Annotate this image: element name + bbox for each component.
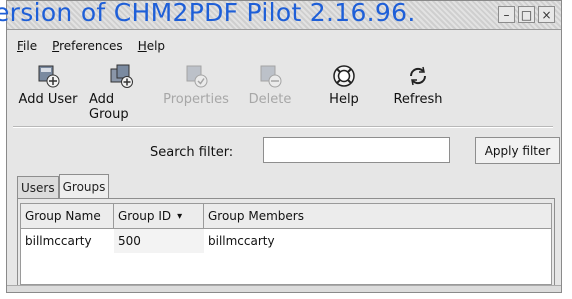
minimize-button[interactable]: – — [498, 6, 515, 23]
add-group-label: Add Group — [89, 92, 129, 122]
search-filter-input[interactable] — [263, 137, 450, 163]
add-user-icon — [38, 65, 60, 88]
properties-label: Properties — [163, 92, 229, 107]
menu-bar: File Preferences Help — [17, 39, 165, 53]
toolbar: Add User Add Group Properties Delete Hel… — [15, 59, 459, 123]
table-header: Group Name Group ID ▾ Group Members — [21, 204, 551, 229]
help-button[interactable]: Help — [311, 59, 377, 123]
groups-panel: Group Name Group ID ▾ Group Members bill… — [17, 198, 555, 288]
watermark-text: ersion of CHM2PDF Pilot 2.16.96. — [0, 0, 416, 27]
user-manager-window: – □ × File Preferences Help Add User Add… — [6, 0, 562, 293]
close-button[interactable]: × — [538, 6, 555, 23]
groups-table: Group Name Group ID ▾ Group Members bill… — [20, 203, 552, 285]
column-header-group-members[interactable]: Group Members — [204, 204, 551, 228]
tab-bar: Users Groups — [17, 174, 110, 198]
add-user-label: Add User — [18, 92, 78, 107]
column-header-group-id[interactable]: Group ID ▾ — [114, 204, 204, 228]
table-row[interactable]: billmccarty 500 billmccarty — [21, 229, 551, 253]
refresh-icon — [409, 66, 427, 86]
delete-label: Delete — [248, 92, 292, 107]
help-label: Help — [329, 92, 359, 107]
properties-icon — [186, 65, 208, 88]
menu-help[interactable]: Help — [138, 39, 165, 53]
window-controls: – □ × — [498, 6, 555, 23]
menu-preferences[interactable]: Preferences — [52, 39, 123, 53]
search-filter-label: Search filter: — [150, 145, 234, 160]
menu-file[interactable]: File — [17, 39, 37, 53]
column-header-group-name[interactable]: Group Name — [21, 204, 114, 228]
properties-button[interactable]: Properties — [163, 59, 229, 123]
apply-filter-button[interactable]: Apply filter — [475, 137, 560, 164]
cell-group-id: 500 — [114, 229, 204, 253]
sort-descending-icon: ▾ — [177, 210, 183, 222]
refresh-label: Refresh — [393, 92, 443, 107]
add-group-button[interactable]: Add Group — [89, 59, 155, 123]
cell-group-name: billmccarty — [25, 234, 92, 248]
refresh-button[interactable]: Refresh — [385, 59, 451, 123]
cell-group-members: billmccarty — [208, 234, 275, 248]
maximize-button[interactable]: □ — [518, 6, 535, 23]
add-group-icon — [110, 64, 133, 88]
help-icon — [333, 65, 355, 87]
delete-icon — [260, 65, 282, 88]
delete-button[interactable]: Delete — [237, 59, 303, 123]
add-user-button[interactable]: Add User — [15, 59, 81, 123]
group-id-header-label: Group ID — [118, 209, 172, 223]
tab-groups[interactable]: Groups — [58, 174, 110, 198]
toolbar-divider — [13, 126, 553, 128]
window-bottom-edge — [7, 285, 561, 292]
tab-users[interactable]: Users — [17, 176, 59, 198]
